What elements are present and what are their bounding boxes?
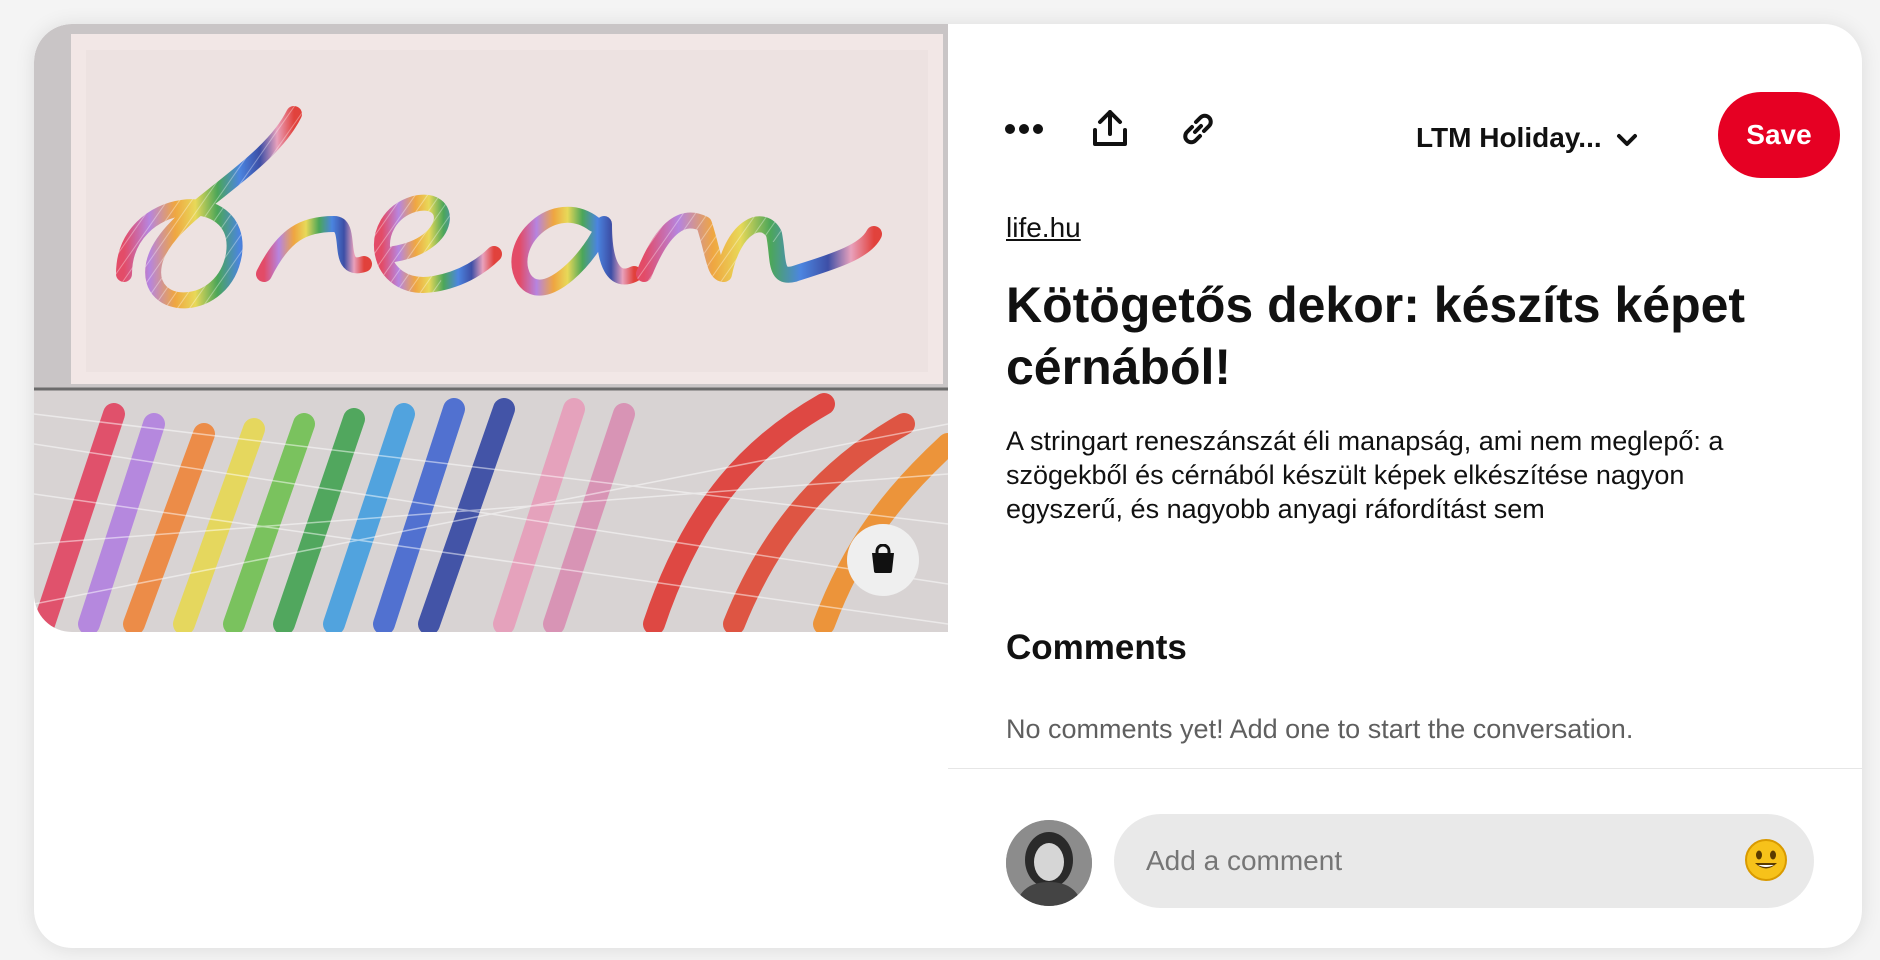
chevron-down-icon <box>1616 122 1638 154</box>
pin-toolbar: LTM Holiday... Save <box>948 24 1862 184</box>
pin-image-pane <box>34 24 948 948</box>
no-comments-message: No comments yet! Add one to start the co… <box>1006 714 1634 744</box>
comments-heading: Comments <box>1006 628 1187 667</box>
comment-input[interactable] <box>1114 844 1742 878</box>
share-button[interactable] <box>1078 98 1142 162</box>
avatar[interactable] <box>1006 820 1092 906</box>
more-dots-icon <box>1004 123 1044 138</box>
more-options-button[interactable] <box>992 98 1056 162</box>
board-name: LTM Holiday... <box>1416 122 1602 153</box>
board-select-dropdown[interactable]: LTM Holiday... <box>1416 108 1638 168</box>
share-upload-icon <box>1092 109 1128 151</box>
pin-image[interactable] <box>34 24 948 632</box>
save-button[interactable]: Save <box>1718 92 1840 178</box>
link-icon <box>1179 110 1217 151</box>
pin-closeup-card: LTM Holiday... Save life.hu Kötögetős de… <box>34 24 1862 948</box>
shop-bag-button[interactable] <box>847 524 919 596</box>
pin-title: Kötögetős dekor: készíts képet cérnából! <box>1006 277 1746 395</box>
comment-composer <box>1114 814 1814 908</box>
divider <box>948 768 1862 769</box>
source-link[interactable]: life.hu <box>1006 212 1081 244</box>
pin-description: A stringart reneszánszát éli manapság, a… <box>1006 426 1724 524</box>
pin-detail-pane: LTM Holiday... Save life.hu Kötögetős de… <box>948 24 1862 948</box>
dream-string-art-image <box>34 24 948 632</box>
emoji-picker-button[interactable] <box>1742 837 1790 885</box>
smiley-emoji-icon <box>1744 838 1788 885</box>
copy-link-button[interactable] <box>1166 98 1230 162</box>
shopping-bag-icon <box>869 543 897 577</box>
